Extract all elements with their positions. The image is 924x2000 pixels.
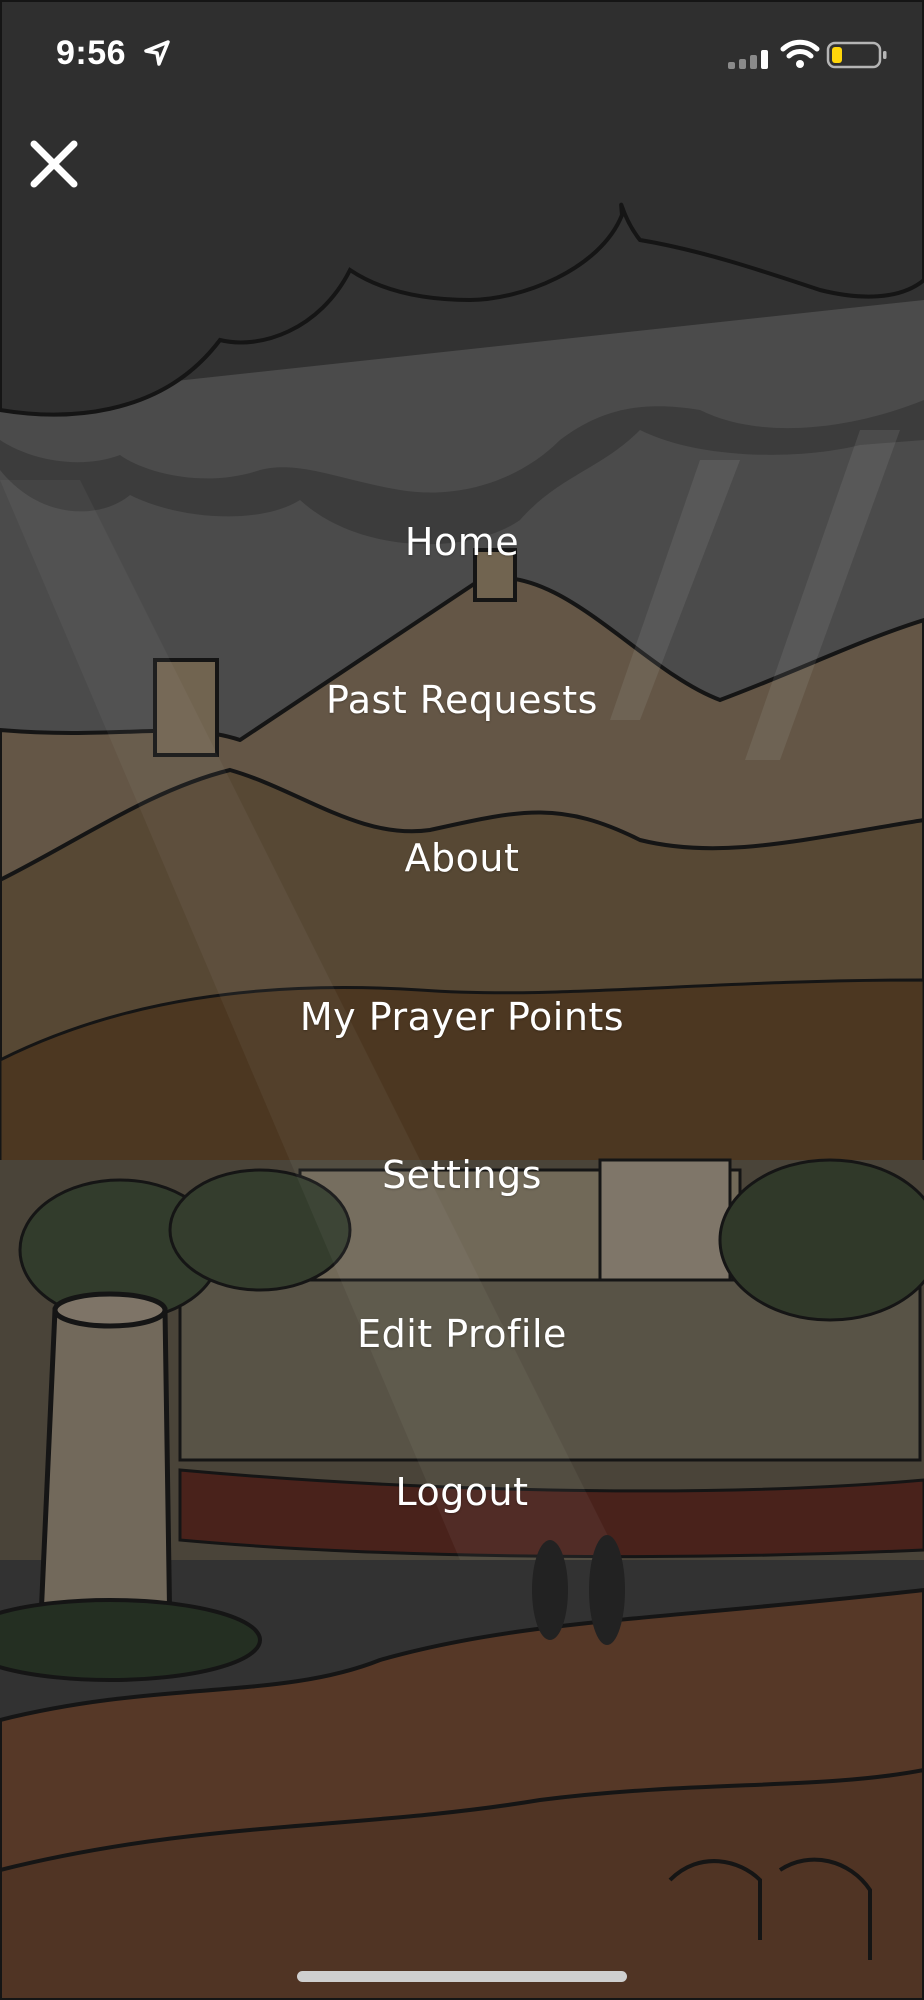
- battery-low-icon: [826, 41, 887, 69]
- status-time: 9:56: [56, 34, 127, 72]
- wifi-icon: [780, 39, 820, 68]
- close-icon[interactable]: [26, 136, 82, 192]
- location-arrow-icon: [144, 40, 170, 66]
- menu-item-settings[interactable]: Settings: [0, 1135, 924, 1215]
- menu-item-past-requests[interactable]: Past Requests: [0, 660, 924, 740]
- menu-item-logout[interactable]: Logout: [0, 1452, 924, 1532]
- menu-item-my-prayer-points[interactable]: My Prayer Points: [0, 977, 924, 1057]
- status-bar: 9:56: [0, 0, 924, 110]
- menu-item-home[interactable]: Home: [0, 502, 924, 582]
- home-indicator[interactable]: [297, 1971, 627, 1982]
- menu-item-about[interactable]: About: [0, 818, 924, 898]
- cellular-signal-icon: [728, 50, 768, 69]
- menu-item-edit-profile[interactable]: Edit Profile: [0, 1294, 924, 1374]
